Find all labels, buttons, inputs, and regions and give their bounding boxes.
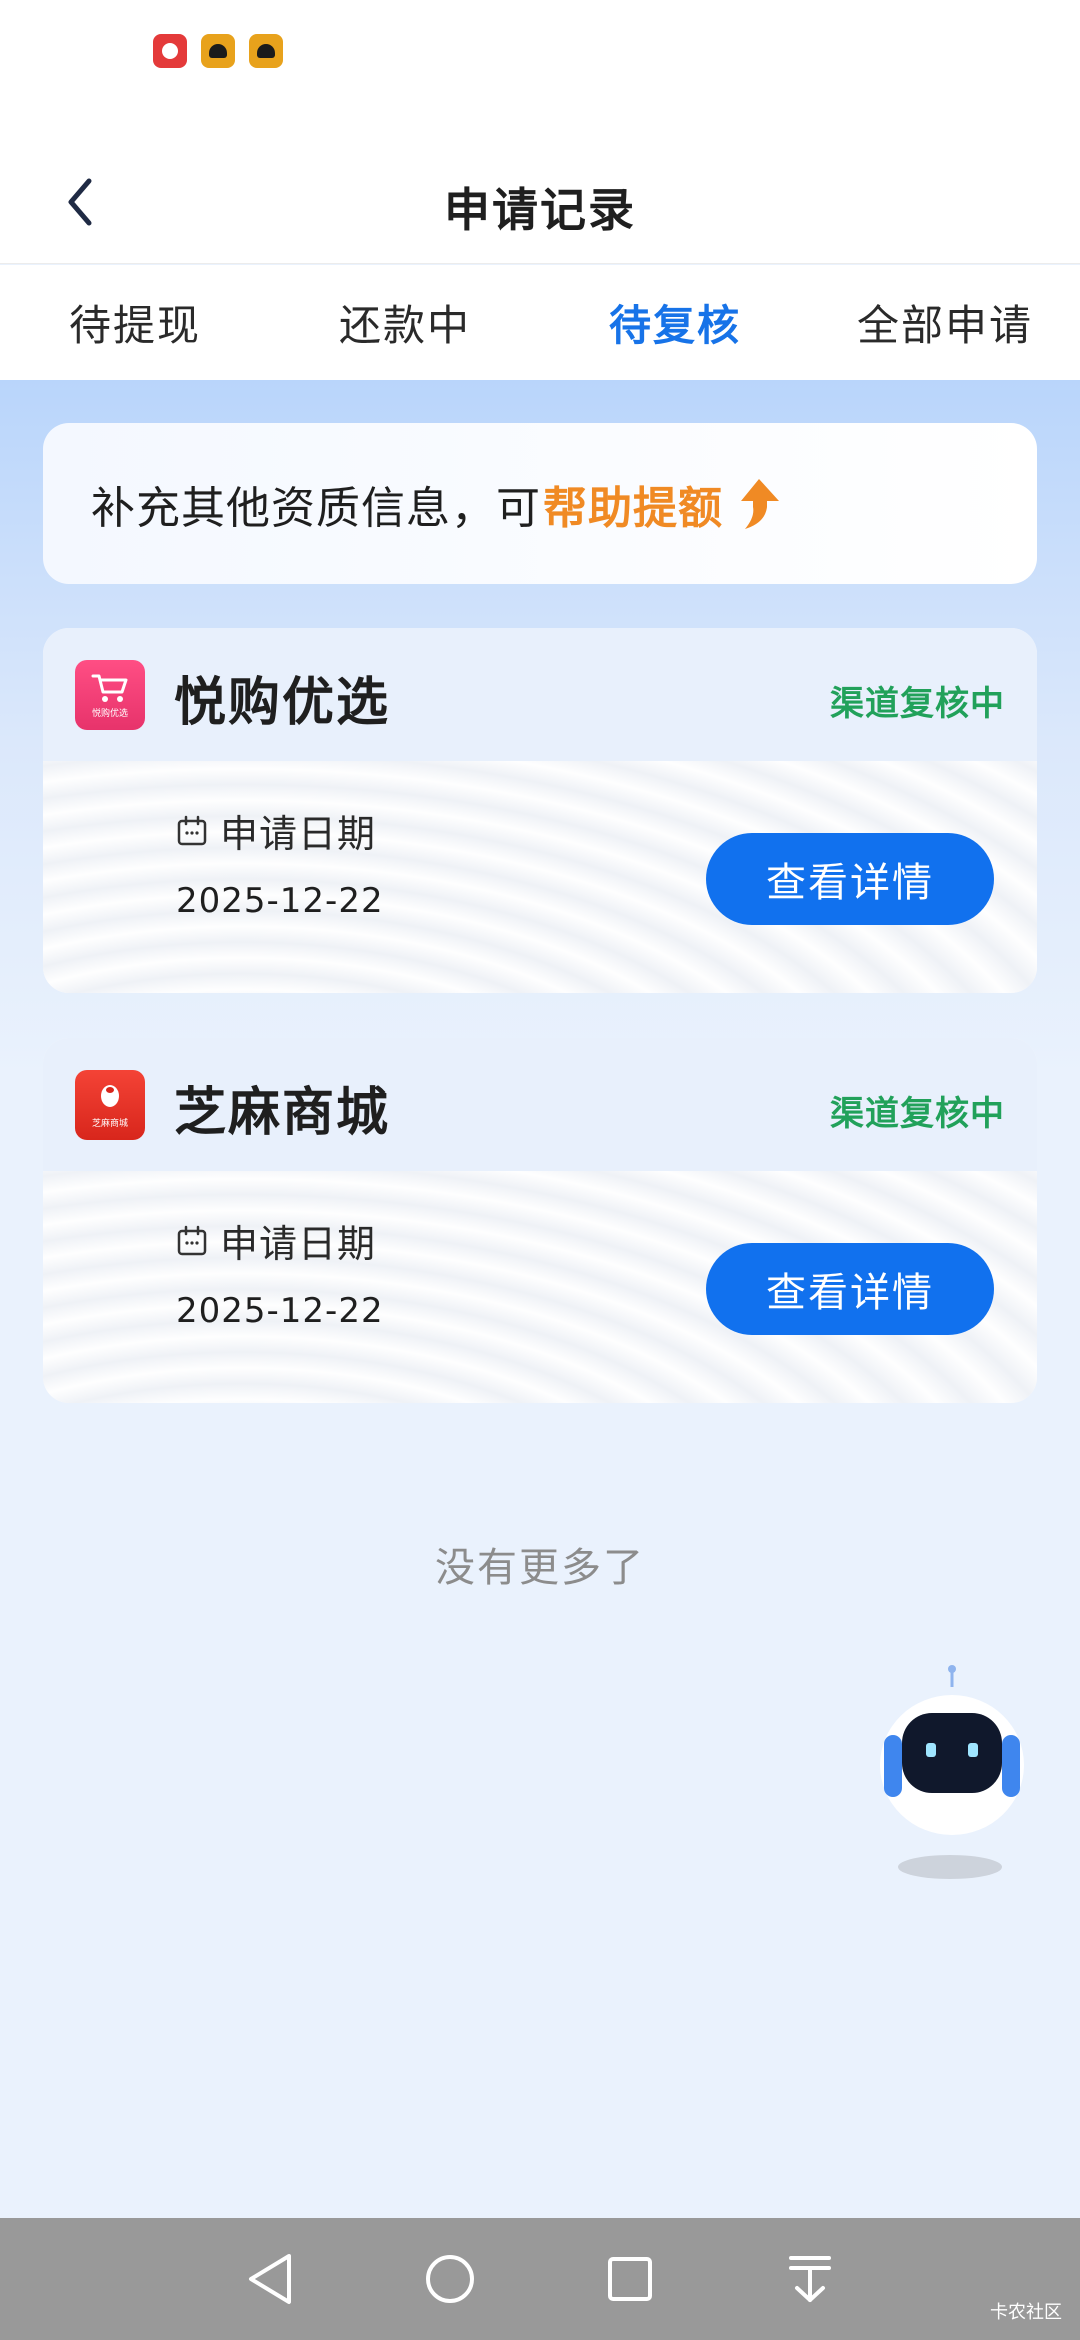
circle-home-icon bbox=[426, 2255, 474, 2303]
promo-text: 补充其他资质信息，可 bbox=[91, 482, 541, 534]
system-home-button[interactable] bbox=[410, 2239, 490, 2319]
watermark: 卡农社区 bbox=[990, 2302, 1062, 2323]
status-badge: 渠道复核中 bbox=[830, 684, 1005, 724]
system-navigation-bar bbox=[0, 2218, 1080, 2340]
tab-pending-withdraw[interactable]: 待提现 bbox=[0, 265, 270, 380]
shopping-cart-icon: 悦购优选 bbox=[75, 660, 145, 730]
app-notification-icon bbox=[201, 34, 235, 68]
date-label: 申请日期 bbox=[220, 812, 377, 856]
status-badge: 渠道复核中 bbox=[830, 1094, 1005, 1134]
app-notification-icon bbox=[249, 34, 283, 68]
system-back-button[interactable] bbox=[230, 2239, 310, 2319]
sesame-mall-logo-icon: 芝麻商城 bbox=[75, 1070, 145, 1140]
robot-assistant-icon[interactable] bbox=[870, 1665, 1030, 1890]
app-logo-caption: 芝麻商城 bbox=[91, 1118, 128, 1129]
page-title: 申请记录 bbox=[444, 183, 636, 237]
no-more-text: 没有更多了 bbox=[435, 1545, 645, 1591]
date-label: 申请日期 bbox=[220, 1222, 377, 1266]
pull-down-icon bbox=[789, 2256, 831, 2302]
tab-repaying[interactable]: 还款中 bbox=[270, 265, 540, 380]
promo-banner[interactable]: 补充其他资质信息，可 帮助提额 bbox=[43, 423, 1037, 584]
card-body: 申请日期 2025-12-22 查看详情 bbox=[43, 1171, 1037, 1403]
view-details-button[interactable]: 查看详情 bbox=[706, 1243, 994, 1335]
date-value: 2025-12-22 bbox=[176, 881, 384, 921]
date-label-row: 申请日期 bbox=[176, 1213, 376, 1268]
notification-icons bbox=[153, 34, 283, 68]
date-value: 2025-12-22 bbox=[176, 1291, 384, 1331]
card-header: 悦购优选 悦购优选 渠道复核中 bbox=[43, 628, 1037, 761]
promo-highlight: 帮助提额 bbox=[543, 482, 723, 534]
view-details-button[interactable]: 查看详情 bbox=[706, 833, 994, 925]
square-recents-icon bbox=[608, 2257, 652, 2301]
status-bar bbox=[0, 0, 1080, 140]
application-card: 芝麻商城 芝麻商城 渠道复核中 申请日期 2025-12-22 查看详情 bbox=[43, 1038, 1037, 1403]
tab-bar: 待提现 还款中 待复核 全部申请 bbox=[0, 265, 1080, 380]
application-card: 悦购优选 悦购优选 渠道复核中 申请日期 2025-12-22 查看详情 bbox=[43, 628, 1037, 993]
system-notification-pull-button[interactable] bbox=[770, 2239, 850, 2319]
date-label-row: 申请日期 bbox=[176, 803, 376, 858]
nav-bar: 申请记录 bbox=[0, 140, 1080, 264]
tab-all-applications[interactable]: 全部申请 bbox=[810, 265, 1080, 380]
tab-pending-review[interactable]: 待复核 bbox=[540, 265, 810, 380]
calendar-icon bbox=[177, 815, 207, 845]
system-recents-button[interactable] bbox=[590, 2239, 670, 2319]
arrow-up-icon bbox=[737, 477, 781, 531]
huawei-icon bbox=[153, 34, 187, 68]
calendar-icon bbox=[177, 1225, 207, 1255]
triangle-back-icon bbox=[249, 2254, 291, 2304]
app-name: 芝麻商城 bbox=[174, 1083, 391, 1143]
card-header: 芝麻商城 芝麻商城 渠道复核中 bbox=[43, 1038, 1037, 1171]
app-name: 悦购优选 bbox=[174, 673, 391, 733]
app-logo-caption: 悦购优选 bbox=[91, 708, 128, 719]
card-body: 申请日期 2025-12-22 查看详情 bbox=[43, 761, 1037, 993]
